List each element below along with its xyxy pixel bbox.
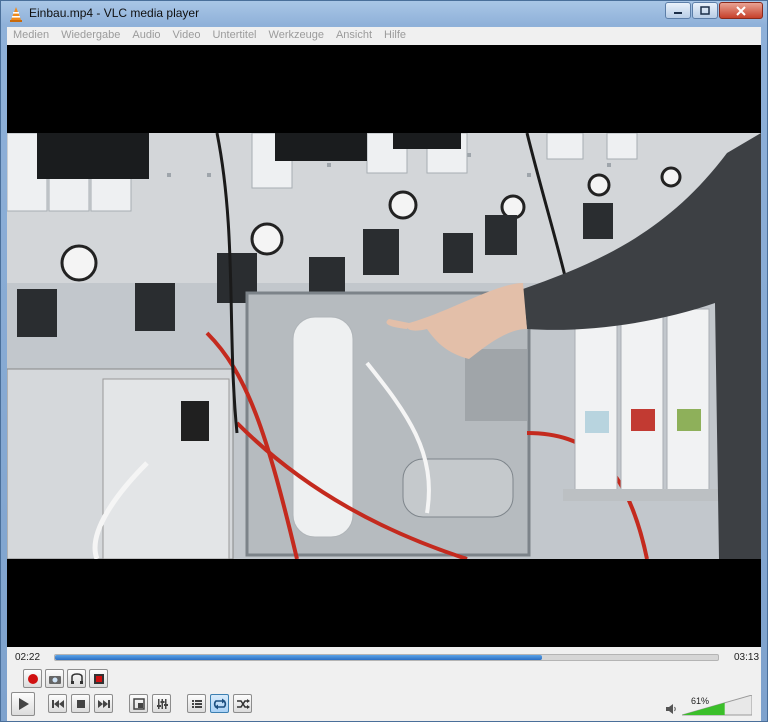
speaker-icon[interactable] [665, 703, 677, 715]
video-area[interactable] [7, 45, 761, 647]
frame-step-button[interactable] [89, 669, 108, 688]
seek-progress [55, 655, 543, 660]
fullscreen-icon [132, 697, 145, 710]
playlist-icon [191, 699, 202, 708]
previous-button[interactable] [48, 694, 67, 713]
shuffle-icon [236, 698, 250, 709]
next-button[interactable] [94, 694, 113, 713]
close-button[interactable] [719, 2, 763, 19]
menu-untertitel[interactable]: Untertitel [206, 27, 262, 45]
minimize-icon [674, 11, 682, 14]
shuffle-button[interactable] [233, 694, 252, 713]
elapsed-time: 02:22 [15, 652, 41, 663]
extended-settings-button[interactable] [152, 694, 171, 713]
menu-wiedergabe[interactable]: Wiedergabe [55, 27, 126, 45]
menu-ansicht[interactable]: Ansicht [330, 27, 378, 45]
title-bar[interactable]: Einbau.mp4 - VLC media player [1, 1, 767, 27]
control-bar: 02:22 03:13 61% [7, 647, 761, 721]
video-frame [7, 133, 761, 559]
loop-ab-icon [70, 672, 83, 684]
snapshot-icon [48, 675, 61, 684]
fullscreen-button[interactable] [129, 694, 148, 713]
snapshot-button[interactable] [45, 669, 64, 688]
maximize-icon [700, 6, 710, 15]
close-icon [736, 5, 746, 16]
loop-button[interactable] [210, 694, 229, 713]
menu-audio[interactable]: Audio [126, 27, 166, 45]
window-title: Einbau.mp4 - VLC media player [29, 6, 200, 20]
menu-bar: Medien Wiedergabe Audio Video Untertitel… [7, 27, 761, 46]
previous-icon [51, 699, 64, 708]
frame-step-icon [93, 673, 104, 684]
stop-button[interactable] [71, 694, 90, 713]
loop-ab-button[interactable] [67, 669, 86, 688]
next-icon [97, 699, 110, 708]
play-button[interactable] [11, 692, 35, 716]
menu-werkzeuge[interactable]: Werkzeuge [263, 27, 330, 45]
minimize-button[interactable] [665, 2, 691, 19]
record-icon [27, 673, 38, 684]
vlc-window: Einbau.mp4 - VLC media player Medien Wie… [0, 0, 768, 722]
vlc-cone-icon [10, 7, 22, 22]
playlist-button[interactable] [187, 694, 206, 713]
loop-icon [213, 698, 226, 709]
record-button[interactable] [23, 669, 42, 688]
menu-hilfe[interactable]: Hilfe [378, 27, 412, 45]
video-frame-image [7, 133, 761, 559]
menu-medien[interactable]: Medien [7, 27, 55, 45]
maximize-button[interactable] [692, 2, 718, 19]
stop-icon [76, 699, 85, 708]
play-icon [19, 698, 29, 710]
extended-settings-icon [156, 698, 168, 709]
menu-video[interactable]: Video [167, 27, 207, 45]
total-time: 03:13 [734, 652, 760, 663]
seek-slider[interactable] [54, 654, 719, 661]
volume-slider[interactable] [682, 695, 752, 716]
